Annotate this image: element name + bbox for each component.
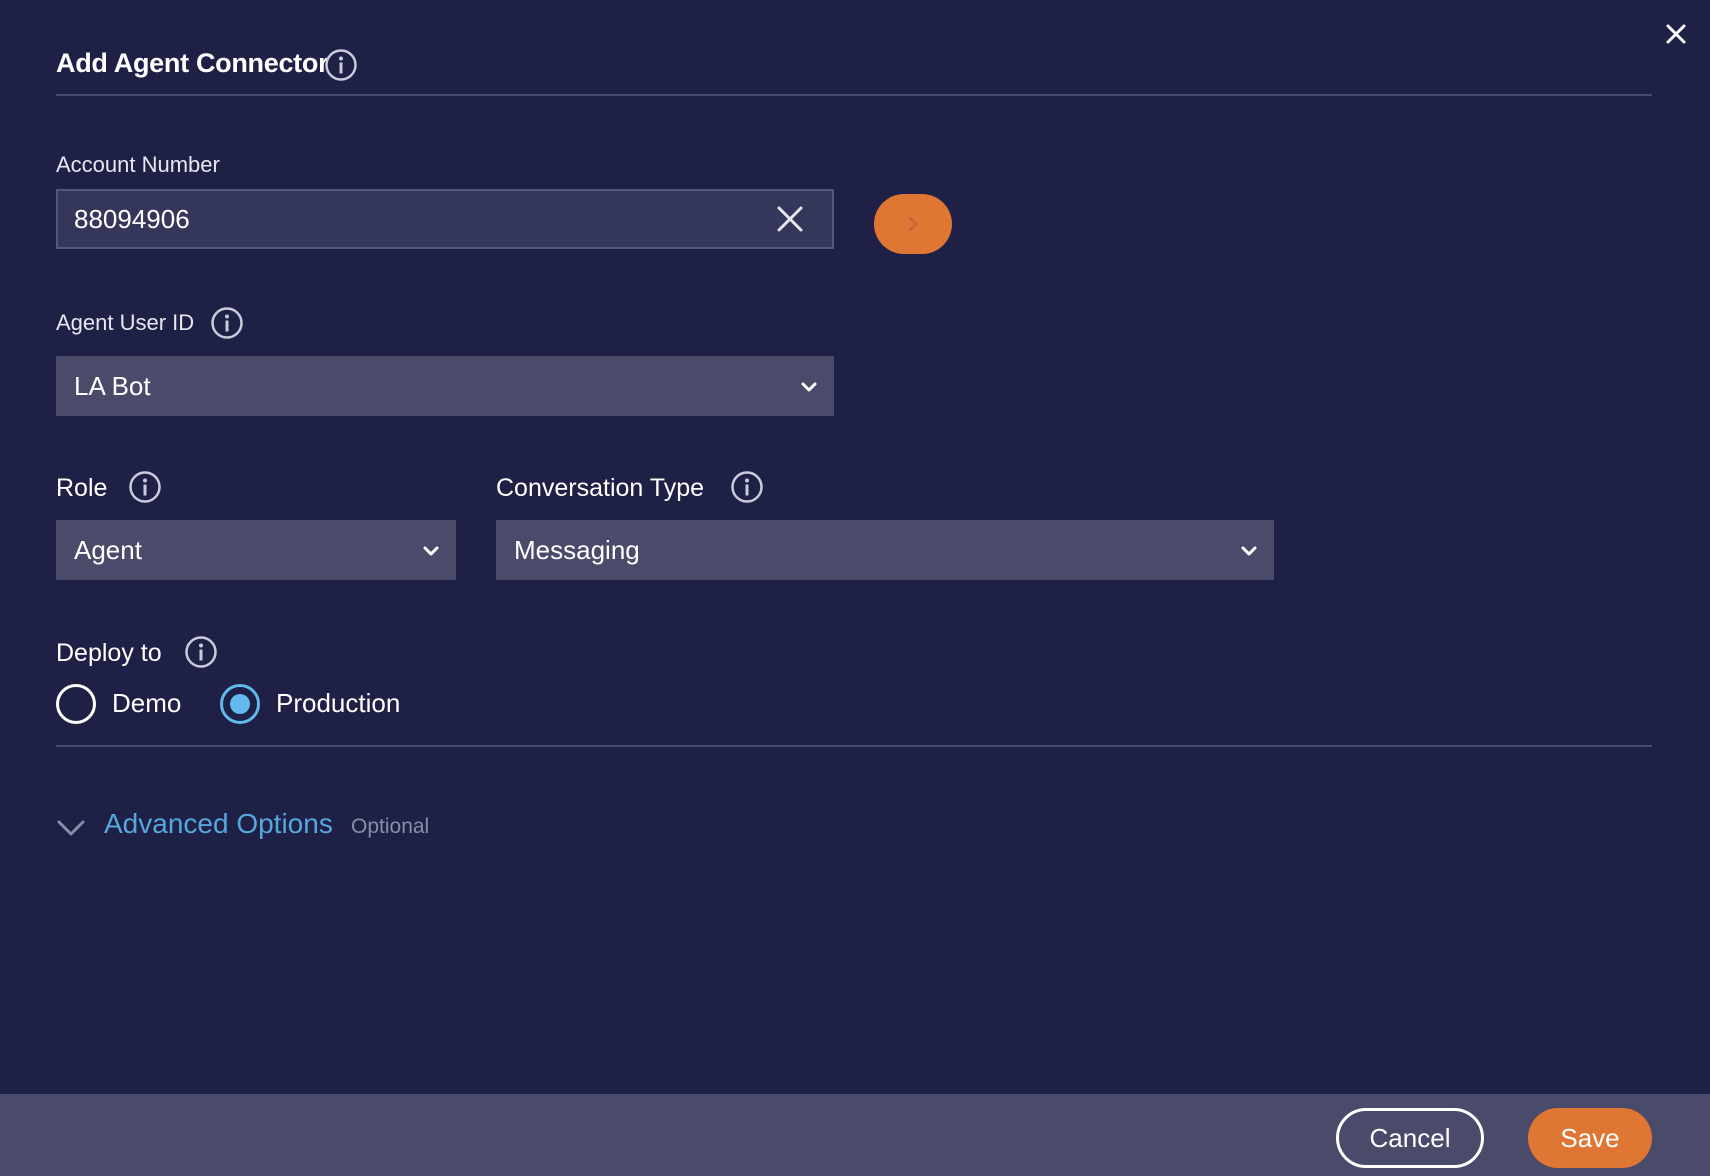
radio-production[interactable] [220,684,260,724]
info-icon[interactable] [184,635,218,669]
chevron-down-icon [801,382,817,392]
go-button[interactable] [874,194,952,254]
info-icon[interactable] [128,470,162,504]
radio-production-label[interactable]: Production [276,688,400,719]
clear-icon[interactable] [776,205,804,233]
info-icon[interactable] [730,470,764,504]
info-icon[interactable] [324,48,358,82]
chevron-down-icon [1241,546,1257,556]
conversation-type-select[interactable]: Messaging [496,520,1274,580]
radio-demo-label[interactable]: Demo [112,688,181,719]
role-label: Role [56,474,108,502]
advanced-options-label[interactable]: Advanced Options [104,808,333,840]
advanced-options-hint: Optional [351,815,430,838]
dialog-header: Add Agent Connector [56,44,1652,96]
chevron-right-icon [908,216,918,232]
section-divider [56,745,1652,747]
radio-demo[interactable] [56,684,96,724]
cancel-button[interactable]: Cancel [1336,1108,1484,1168]
dialog-footer: Cancel Save [0,1094,1710,1176]
chevron-down-icon [57,820,85,836]
save-button[interactable]: Save [1528,1108,1652,1168]
conversation-type-value: Messaging [514,535,640,565]
agent-user-id-select[interactable]: LA Bot [56,356,834,416]
chevron-down-icon [423,546,439,556]
agent-user-id-value: LA Bot [74,371,151,401]
conversation-type-label: Conversation Type [496,474,704,502]
dialog-title: Add Agent Connector [56,48,329,78]
role-value: Agent [74,535,142,565]
close-icon[interactable] [1660,18,1692,50]
info-icon[interactable] [210,306,244,340]
account-number-label: Account Number [56,152,220,177]
account-number-input[interactable] [56,189,834,249]
agent-user-id-label: Agent User ID [56,310,195,335]
role-select[interactable]: Agent [56,520,456,580]
add-agent-connector-dialog: Add Agent Connector Account Number Agent… [0,0,1710,1176]
deploy-to-label: Deploy to [56,639,162,667]
